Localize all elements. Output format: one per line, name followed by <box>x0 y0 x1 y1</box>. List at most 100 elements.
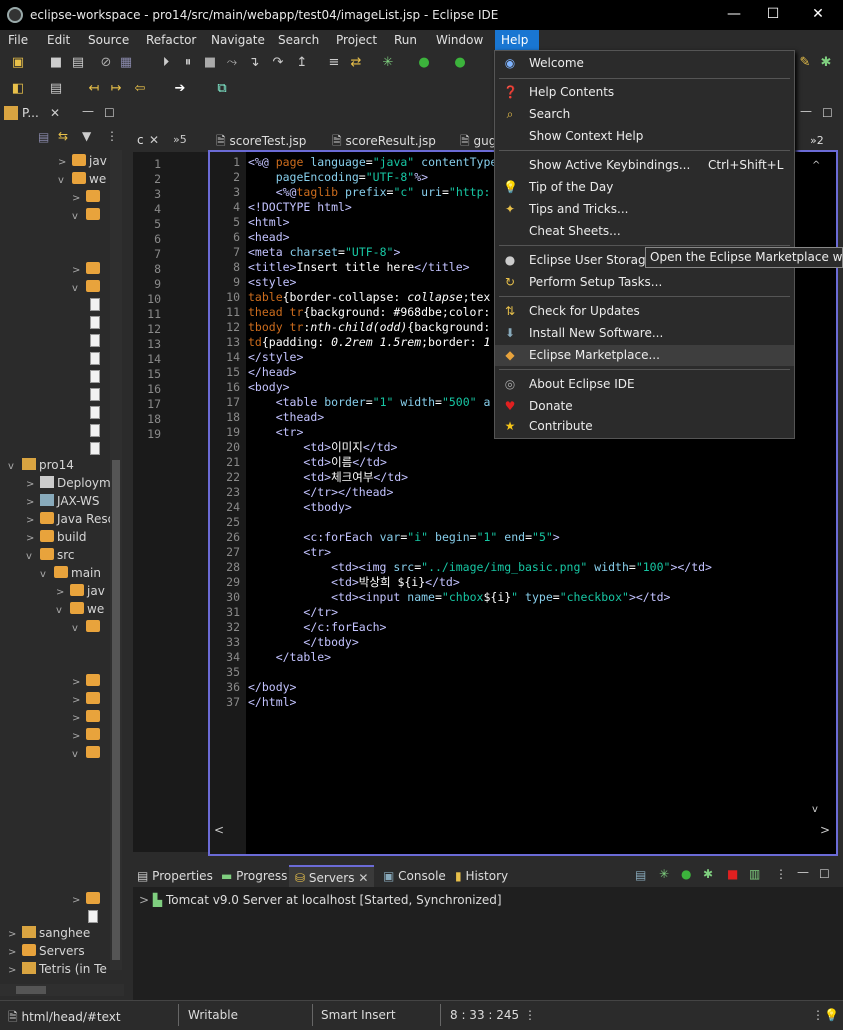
perspective-debug-icon[interactable]: ✱ <box>818 55 834 71</box>
minimize-button[interactable]: — <box>726 6 742 22</box>
menu-edit[interactable]: Edit <box>41 30 76 50</box>
code-line[interactable]: 22 <td>체크여부</td> <box>210 470 836 485</box>
code-line[interactable]: 26 <c:forEach var="i" begin="1" end="5"> <box>210 530 836 545</box>
file-item[interactable] <box>90 440 100 458</box>
perspective-javaee-icon[interactable]: ✎ <box>797 55 813 71</box>
menu-item-check-updates[interactable]: ⇅ Check for Updates <box>495 301 794 322</box>
close-button[interactable]: ✕ <box>810 6 826 22</box>
prev-annotation-icon[interactable]: ↤ <box>86 81 102 97</box>
minimize-view-icon[interactable]: — <box>82 104 94 118</box>
debug-server-icon[interactable]: ✳ <box>659 867 669 881</box>
code-line[interactable]: 20 <td>이미지</td> <box>210 440 836 455</box>
tree-item[interactable]: > <box>72 188 103 206</box>
start-server-icon[interactable]: ● <box>681 867 691 881</box>
code-line[interactable]: 25 <box>210 515 836 530</box>
tree-item[interactable]: v we <box>56 600 104 618</box>
menu-help[interactable]: Help <box>495 30 539 50</box>
menu-navigate[interactable]: Navigate <box>205 30 271 50</box>
menu-project[interactable]: Project <box>330 30 383 50</box>
file-item[interactable] <box>90 296 100 314</box>
status-menu-icon[interactable]: ⋮ <box>524 1008 536 1022</box>
menu-item-search[interactable]: ⌕ Search <box>495 104 794 125</box>
code-line[interactable]: 29 <td>박상희 ${i}</td> <box>210 575 836 590</box>
tree-item[interactable]: > jav <box>58 152 107 170</box>
new-icon[interactable]: ▣ <box>10 55 26 71</box>
file-item[interactable] <box>90 368 100 386</box>
tree-item[interactable]: v we <box>58 170 106 188</box>
view-menu-icon[interactable]: ⋮ <box>106 129 118 143</box>
tab-console[interactable]: ▣ Console <box>383 865 446 887</box>
status-menu-icon-2[interactable]: ⋮ <box>812 1008 824 1022</box>
maximize-editor-icon[interactable]: ☐ <box>822 106 833 120</box>
view-menu-icon[interactable]: ⋮ <box>775 867 787 881</box>
save-all-icon[interactable]: ▤ <box>70 55 86 71</box>
tree-item[interactable]: > jav <box>56 582 105 600</box>
scroll-left-icon[interactable]: < <box>214 823 224 837</box>
tree-item[interactable]: > <box>72 260 103 278</box>
more-editor-tabs-button[interactable]: »2 <box>802 130 832 152</box>
menu-item-install-software[interactable]: ⬇ Install New Software... <box>495 323 794 344</box>
new-browser-icon[interactable]: ⧉ <box>214 81 230 97</box>
secondary-editor[interactable]: 1 2 3 4 5 6 7 8 9 10 11 12 13 14 15 16 17 18 19 <box>133 152 208 852</box>
maximize-view-icon[interactable]: ☐ <box>104 106 115 120</box>
scroll-right-icon[interactable]: > <box>820 823 830 837</box>
resume-icon[interactable]: ⏵ <box>158 55 174 71</box>
tab-servers[interactable]: ⛁ Servers ✕ <box>289 865 375 887</box>
code-line[interactable]: 37 </html> <box>210 695 836 710</box>
tab-scoretest[interactable]: 🗎 scoreTest.jsp <box>208 130 314 152</box>
step-over-icon[interactable]: ↷ <box>270 55 286 71</box>
menu-item-contribute[interactable]: ★ Contribute <box>495 416 794 437</box>
code-line[interactable]: 23 </tr></thead> <box>210 485 836 500</box>
menu-item-welcome[interactable]: ◉ Welcome <box>495 53 794 74</box>
minimize-panel-icon[interactable]: — <box>797 865 809 879</box>
code-line[interactable]: 28 <td><img src="../image/img_basic.png"… <box>210 560 836 575</box>
code-line[interactable]: 32 </c:forEach> <box>210 620 836 635</box>
external-tools-icon[interactable]: ● <box>452 55 468 71</box>
tree-item[interactable]: v main <box>40 564 101 582</box>
link-editor-icon[interactable]: ⇆ <box>58 129 68 143</box>
suspend-icon[interactable]: ⏸ <box>180 55 196 71</box>
secondary-editor-tab[interactable]: c <box>137 133 144 147</box>
tree-item[interactable]: v <box>72 278 103 296</box>
tab-scoreresult[interactable]: 🗎 scoreResult.jsp <box>324 130 444 152</box>
menu-item-tip-of-day[interactable]: 💡 Tip of the Day <box>495 177 794 198</box>
file-item[interactable] <box>90 422 100 440</box>
menu-refactor[interactable]: Refactor <box>140 30 202 50</box>
tree-item[interactable]: > JAX-WS <box>26 492 100 510</box>
publish-icon[interactable]: ▥ <box>749 867 760 881</box>
close-tab-icon[interactable]: ✕ <box>358 871 368 885</box>
tree-item[interactable]: > <box>72 890 103 908</box>
file-item[interactable] <box>90 386 100 404</box>
skip-breakpoints-icon[interactable]: ⊘ <box>98 55 114 71</box>
tab-history[interactable]: ▮ History <box>455 865 508 887</box>
tab-properties[interactable]: ▤ Properties <box>137 865 213 887</box>
tree-item-pro14[interactable]: v pro14 <box>8 456 74 474</box>
step-into-icon[interactable]: ↴ <box>246 55 262 71</box>
menu-run[interactable]: Run <box>388 30 423 50</box>
disconnect-icon[interactable]: ⤳ <box>224 55 240 71</box>
debug-icon[interactable]: ✳ <box>380 55 396 71</box>
menu-source[interactable]: Source <box>82 30 135 50</box>
tree-item[interactable]: > Java Reso <box>26 510 115 528</box>
file-item[interactable] <box>90 332 100 350</box>
use-step-filters-icon[interactable]: ⇄ <box>348 55 364 71</box>
open-task-icon[interactable]: ▤ <box>48 81 64 97</box>
collapse-all-icon[interactable]: ▤ <box>38 130 49 144</box>
tree-item-tetris[interactable]: > Tetris (in Te <box>8 960 107 978</box>
hscrollbar-thumb[interactable] <box>16 986 46 994</box>
tree-item[interactable]: > <box>72 690 103 708</box>
menu-item-cheat-sheets[interactable]: Cheat Sheets... <box>495 221 794 242</box>
tree-scrollbar[interactable] <box>110 150 122 970</box>
menu-item-help-contents[interactable]: ❓ Help Contents <box>495 82 794 103</box>
scroll-up-icon[interactable]: ^ <box>812 160 820 171</box>
lightbulb-icon[interactable]: 💡 <box>824 1008 839 1022</box>
menu-window[interactable]: Window <box>430 30 489 50</box>
code-line[interactable]: 33 </tbody> <box>210 635 836 650</box>
collapse-icon[interactable]: ▤ <box>635 868 646 882</box>
menu-search[interactable]: Search <box>272 30 325 50</box>
forward-icon[interactable]: ➔ <box>172 81 188 97</box>
tab-progress[interactable]: ▬ Progress <box>221 865 287 887</box>
tree-item-servers[interactable]: > Servers <box>8 942 85 960</box>
code-line[interactable]: 21 <td>이름</td> <box>210 455 836 470</box>
file-item[interactable] <box>90 314 100 332</box>
